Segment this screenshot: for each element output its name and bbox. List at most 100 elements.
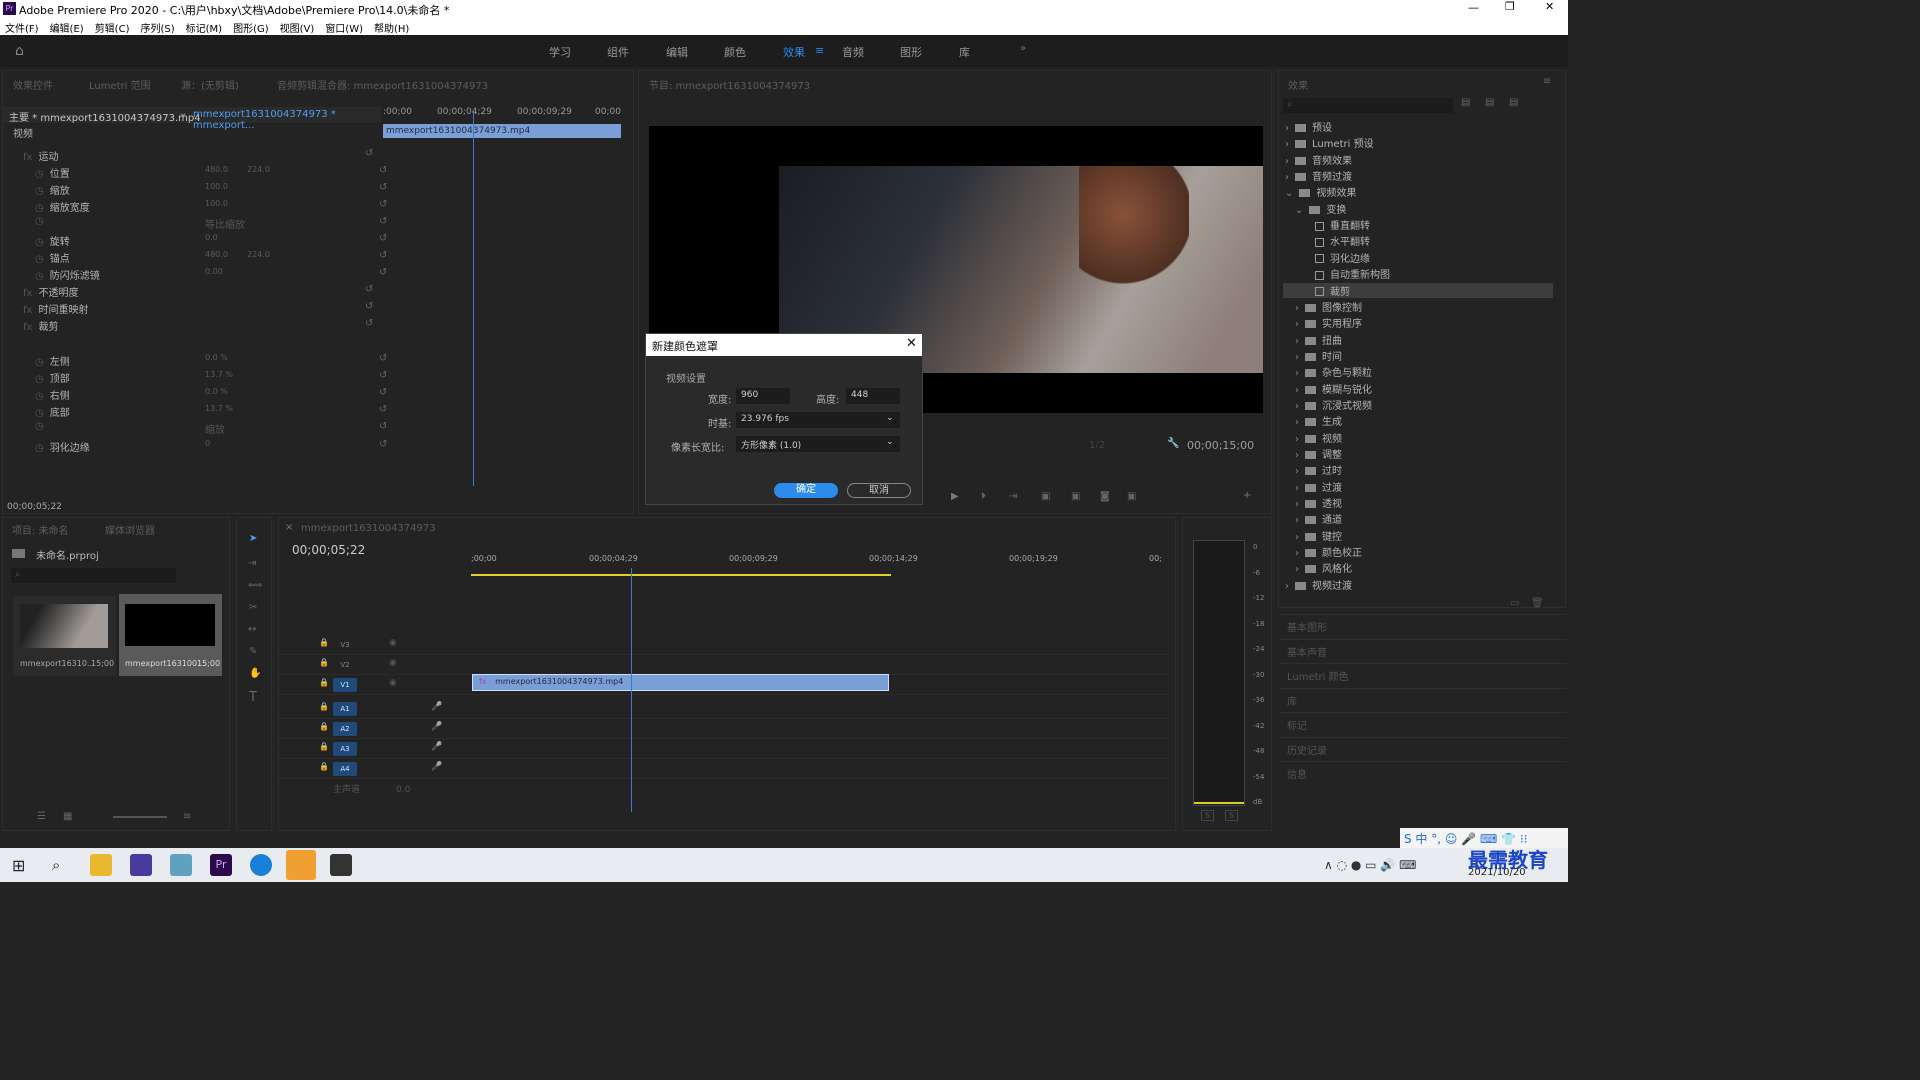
lock-icon[interactable]: 🔒 bbox=[319, 678, 329, 687]
timeline-clip-v1[interactable]: fx mmexport1631004374973.mp4 bbox=[472, 674, 889, 691]
effects-tree-item[interactable]: › 调整 bbox=[1295, 446, 1342, 461]
reset-icon[interactable]: ↺ bbox=[379, 165, 387, 176]
height-field[interactable]: 448 bbox=[846, 388, 900, 404]
effect-value[interactable]: 0.00 bbox=[205, 267, 223, 276]
fx-icon[interactable]: fx bbox=[23, 152, 32, 163]
stopwatch-icon[interactable]: ◷ bbox=[35, 443, 44, 454]
edge-icon[interactable] bbox=[250, 854, 272, 876]
effects-tree-item[interactable]: › 预设 bbox=[1285, 119, 1332, 134]
effect-row[interactable]: ◷ 顶部 13.7 % ↺ bbox=[27, 370, 387, 386]
accelerated-icon[interactable]: ▤ bbox=[1461, 97, 1470, 108]
effects-tree-item[interactable]: › 视频过渡 bbox=[1285, 577, 1352, 592]
eye-icon[interactable]: ◉ bbox=[389, 638, 397, 648]
selection-tool-icon[interactable]: ➤ bbox=[249, 533, 257, 544]
zoom-slider[interactable] bbox=[113, 816, 167, 818]
chevron-right-icon[interactable]: ⌄ bbox=[1285, 188, 1293, 199]
track-target[interactable]: A3 bbox=[333, 742, 357, 756]
chevron-right-icon[interactable]: › bbox=[1295, 352, 1299, 363]
ws-color[interactable]: 颜色 bbox=[724, 44, 746, 60]
stopwatch-icon[interactable]: ◷ bbox=[35, 203, 44, 214]
effect-value[interactable]: 100.0 bbox=[205, 199, 228, 208]
effect-value[interactable]: 13.7 % bbox=[205, 370, 233, 379]
timeline-playhead[interactable] bbox=[631, 568, 632, 812]
menu-file[interactable]: 文件(F) bbox=[5, 20, 39, 35]
reset-icon[interactable]: ↺ bbox=[379, 199, 387, 210]
icon-view-icon[interactable]: ▦ bbox=[63, 811, 72, 822]
ok-button[interactable]: 确定 bbox=[774, 483, 838, 498]
reset-icon[interactable]: ↺ bbox=[365, 284, 373, 295]
reset-icon[interactable]: ↺ bbox=[379, 216, 387, 227]
premiere-taskbar-icon[interactable]: Pr bbox=[210, 854, 232, 876]
effect-row[interactable]: ◷ 右侧 0.0 % ↺ bbox=[27, 387, 387, 403]
chevron-right-icon[interactable]: › bbox=[1295, 434, 1299, 445]
work-area-bar[interactable] bbox=[471, 574, 891, 576]
effect-row[interactable]: ◷ 缩放 100.0 ↺ bbox=[27, 182, 387, 198]
ws-learn[interactable]: 学习 bbox=[549, 44, 571, 60]
stopwatch-icon[interactable]: ◷ bbox=[35, 254, 44, 265]
ws-assembly[interactable]: 组件 bbox=[607, 44, 629, 60]
collapsed-panel-tab[interactable]: 库 bbox=[1278, 687, 1566, 710]
lock-icon[interactable]: 🔒 bbox=[319, 702, 329, 711]
chevron-right-icon[interactable]: › bbox=[1295, 499, 1299, 510]
stopwatch-icon[interactable]: ◷ bbox=[35, 408, 44, 419]
chevron-right-icon[interactable]: › bbox=[1295, 303, 1299, 314]
track-header[interactable]: 🔒 A2 🎤 bbox=[279, 720, 1169, 739]
tab-effect-controls[interactable]: 效果控件 bbox=[13, 77, 53, 92]
effects-tree-item[interactable]: › 颜色校正 bbox=[1295, 544, 1362, 559]
mic-icon[interactable]: 🎤 bbox=[431, 722, 442, 732]
menu-help[interactable]: 帮助(H) bbox=[374, 20, 409, 35]
chevron-right-icon[interactable]: › bbox=[1285, 581, 1289, 592]
add-button-icon[interactable]: + bbox=[1243, 490, 1251, 501]
active-app-icon[interactable] bbox=[286, 850, 316, 880]
effect-row[interactable]: ◷ 缩放宽度 100.0 ↺ bbox=[27, 199, 387, 215]
lock-icon[interactable]: 🔒 bbox=[319, 638, 329, 647]
dialog-close-icon[interactable]: ✕ bbox=[906, 336, 917, 351]
effects-tree-item[interactable]: › 沉浸式视频 bbox=[1295, 397, 1372, 412]
reset-icon[interactable]: ↺ bbox=[379, 421, 387, 432]
effects-tree-item[interactable]: › 透视 bbox=[1295, 495, 1342, 510]
stopwatch-icon[interactable]: ◷ bbox=[35, 186, 44, 197]
effects-tree-item[interactable]: › 实用程序 bbox=[1295, 315, 1362, 330]
track-target[interactable]: V2 bbox=[333, 658, 357, 672]
chevron-down-icon[interactable]: ⌄ bbox=[179, 108, 187, 119]
effects-tree-item[interactable]: › 通道 bbox=[1295, 511, 1342, 526]
effect-row[interactable]: ◷ 等比缩放 ↺ bbox=[27, 216, 387, 232]
mic-icon[interactable]: 🎤 bbox=[431, 742, 442, 752]
effects-tree-item[interactable]: › 过时 bbox=[1295, 462, 1342, 477]
menu-sequence[interactable]: 序列(S) bbox=[140, 20, 174, 35]
sequence-clip-label[interactable]: mmexport1631004374973 * mmexport... bbox=[193, 109, 381, 131]
track-header[interactable]: 🔒 A1 🎤 bbox=[279, 700, 1169, 719]
ws-graphics[interactable]: 图形 bbox=[900, 44, 922, 60]
menu-window[interactable]: 窗口(W) bbox=[325, 20, 363, 35]
stopwatch-icon[interactable]: ◷ bbox=[35, 391, 44, 402]
tab-lumetri-scopes[interactable]: Lumetri 范围 bbox=[89, 77, 151, 92]
stopwatch-icon[interactable]: ◷ bbox=[35, 421, 44, 432]
menu-graphics[interactable]: 图形(G) bbox=[233, 20, 269, 35]
solo-right-button[interactable]: S bbox=[1225, 810, 1239, 821]
compare-icon[interactable]: ▣ bbox=[1127, 491, 1136, 502]
chevron-right-icon[interactable]: ⌄ bbox=[1295, 205, 1303, 216]
cancel-button[interactable]: 取消 bbox=[847, 483, 911, 498]
timeline-tab[interactable]: mmexport1631004374973 bbox=[301, 523, 436, 534]
slip-icon[interactable]: ↔ bbox=[248, 624, 256, 635]
ratio-select[interactable]: 1/2 bbox=[1089, 440, 1105, 451]
list-view-icon[interactable]: ☰ bbox=[37, 811, 46, 822]
chevron-right-icon[interactable]: › bbox=[1285, 172, 1289, 183]
track-select-icon[interactable]: ⇥ bbox=[248, 558, 256, 569]
menu-marker[interactable]: 标记(M) bbox=[186, 20, 222, 35]
go-to-out-icon[interactable]: ⇥ bbox=[1009, 491, 1017, 502]
track-target[interactable]: A4 bbox=[333, 762, 357, 776]
ws-menu-icon[interactable]: ≡ bbox=[815, 44, 824, 57]
lock-icon[interactable]: 🔒 bbox=[319, 722, 329, 731]
chevron-right-icon[interactable]: › bbox=[1285, 139, 1289, 150]
ec-clip-bar[interactable]: mmexport1631004374973.mp4 bbox=[383, 124, 621, 138]
chevron-right-icon[interactable]: › bbox=[1295, 450, 1299, 461]
effect-value[interactable]: 13.7 % bbox=[205, 404, 233, 413]
effect-value[interactable]: 480.0 bbox=[205, 250, 228, 259]
effect-value[interactable]: 224.0 bbox=[247, 250, 270, 259]
program-title[interactable]: 节目: mmexport1631004374973 bbox=[649, 77, 810, 92]
tab-source[interactable]: 源：(无剪辑) bbox=[181, 77, 239, 92]
reset-icon[interactable]: ↺ bbox=[379, 370, 387, 381]
chevron-right-icon[interactable]: › bbox=[1295, 532, 1299, 543]
file-explorer-icon[interactable] bbox=[90, 854, 112, 876]
